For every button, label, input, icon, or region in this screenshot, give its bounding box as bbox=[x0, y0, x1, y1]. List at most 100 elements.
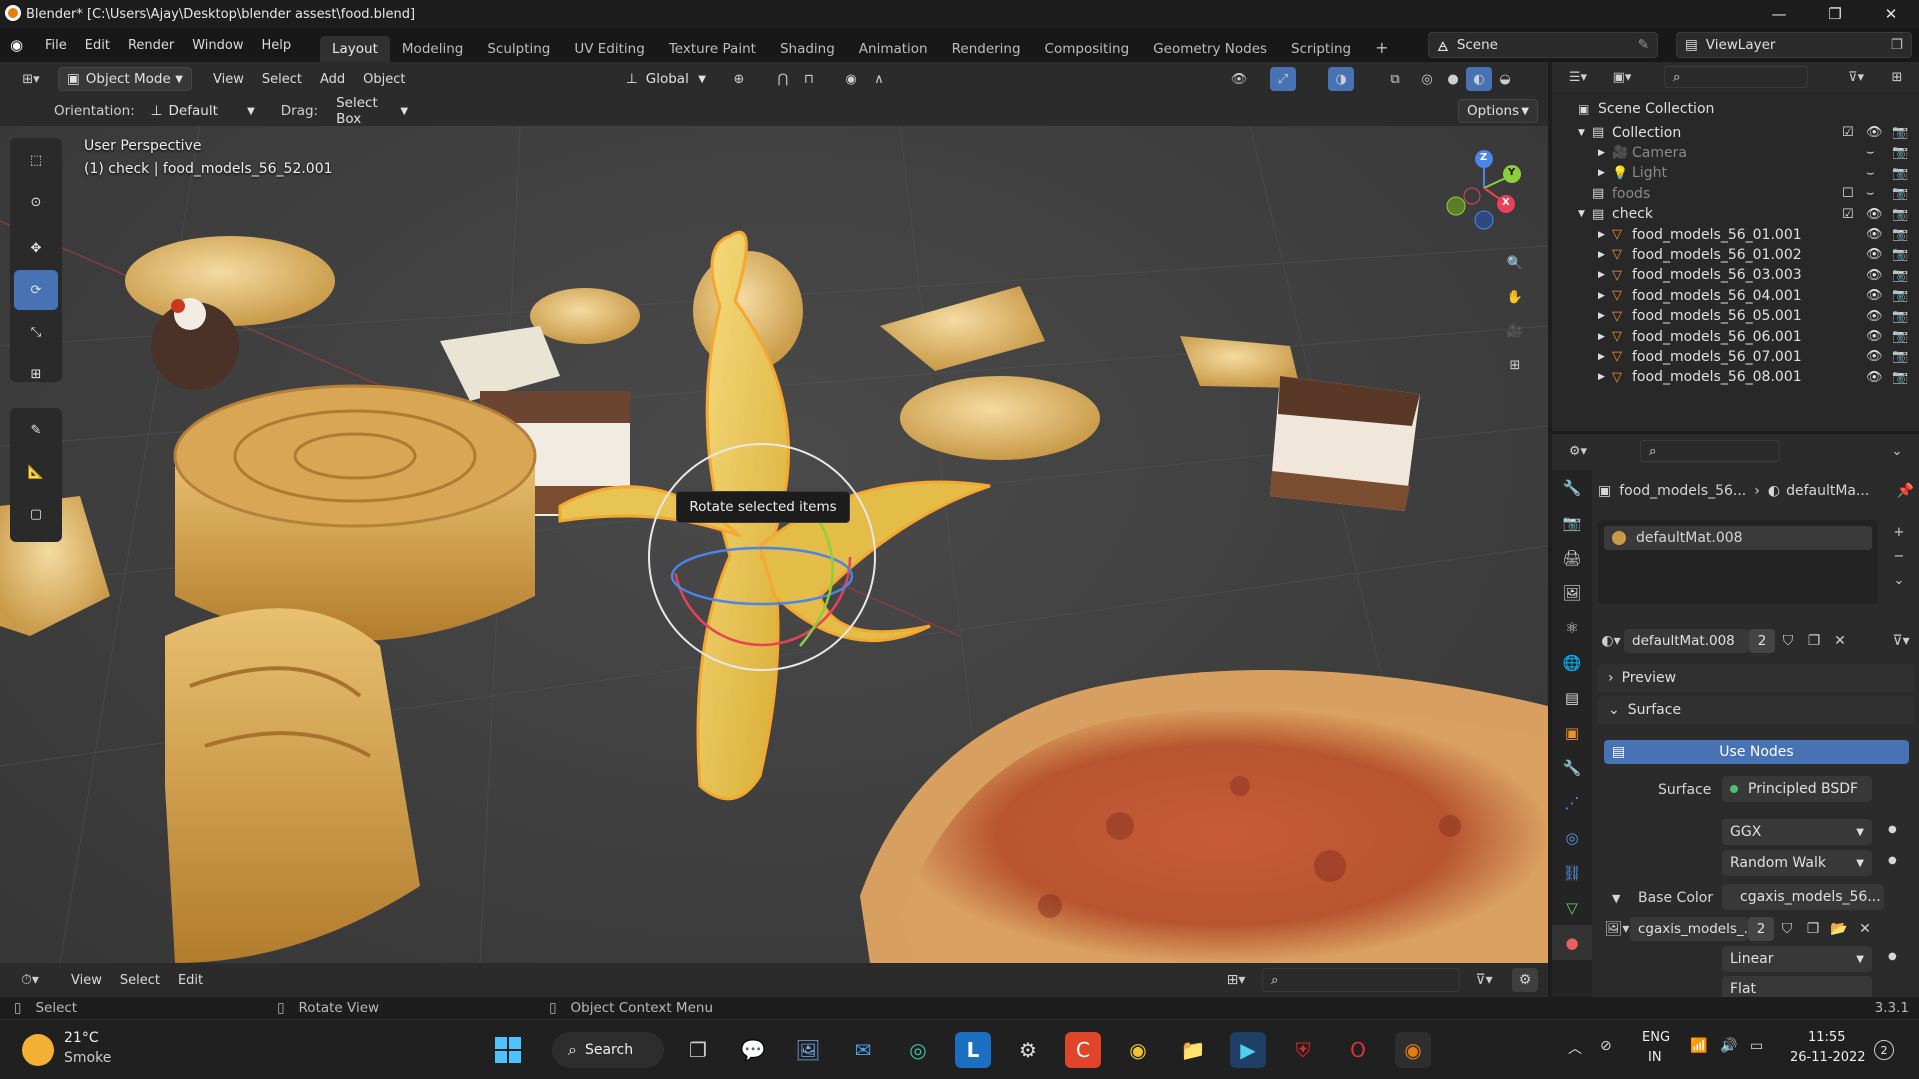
subsurface-method-dropdown[interactable]: Random Walk ▼ bbox=[1722, 850, 1872, 876]
render-camera-icon[interactable]: 📷 bbox=[1892, 125, 1908, 140]
add-workspace-button[interactable]: + bbox=[1363, 33, 1400, 62]
tab-animation[interactable]: Animation bbox=[847, 36, 940, 62]
expand-arrow-icon[interactable]: ▶ bbox=[1598, 291, 1605, 301]
add-cube-tool-icon[interactable]: ▢ bbox=[14, 494, 58, 534]
timeline-menu-edit[interactable]: Edit bbox=[169, 973, 212, 988]
settings-gear-icon[interactable]: ⚙ bbox=[1010, 1032, 1046, 1068]
chevron-up-icon[interactable]: ︿ bbox=[1568, 1038, 1582, 1058]
view-options-icon[interactable]: ⊞▾ bbox=[1218, 968, 1254, 992]
collection-tab-icon[interactable]: ▤ bbox=[1552, 680, 1592, 715]
falloff-icon[interactable]: ∧ bbox=[866, 67, 892, 91]
new-collection-icon[interactable]: ⊞ bbox=[1884, 65, 1910, 89]
menu-file[interactable]: File bbox=[36, 38, 76, 53]
unlink-icon[interactable]: ✕ bbox=[1852, 917, 1878, 941]
output-tab-icon[interactable]: 🖨 bbox=[1552, 540, 1592, 575]
expand-arrow-icon[interactable]: ▶ bbox=[1598, 332, 1605, 342]
material-tab-icon[interactable]: ● bbox=[1552, 925, 1592, 960]
timeline-filter-icon[interactable]: ⊽▾ bbox=[1466, 968, 1502, 992]
expand-arrow-icon[interactable]: ▼ bbox=[1578, 209, 1585, 219]
notification-badge[interactable]: 2 bbox=[1874, 1040, 1894, 1060]
proportional-editing-icon[interactable]: ◉ bbox=[838, 67, 864, 91]
visibility-eye-icon[interactable]: 👁 bbox=[1866, 370, 1883, 385]
material-shading-icon[interactable]: ◐ bbox=[1466, 67, 1492, 91]
visibility-eye-icon[interactable]: 👁 bbox=[1866, 329, 1883, 344]
expand-arrow-icon[interactable]: ▶ bbox=[1598, 311, 1605, 321]
select-tool-icon[interactable]: ⬚ bbox=[14, 140, 58, 180]
launcher-l-icon[interactable]: L bbox=[955, 1032, 991, 1068]
keyframe-dot-icon[interactable]: ● bbox=[1888, 951, 1897, 962]
transform-tool-icon[interactable]: ⊞ bbox=[14, 354, 58, 394]
windows-start-icon[interactable] bbox=[490, 1032, 526, 1068]
chrome-browser-icon[interactable]: ◉ bbox=[1120, 1032, 1156, 1068]
render-camera-icon[interactable]: 📷 bbox=[1892, 329, 1908, 344]
physics-tab-icon[interactable]: ◎ bbox=[1552, 820, 1592, 855]
menu-edit[interactable]: Edit bbox=[76, 38, 119, 53]
tab-modeling[interactable]: Modeling bbox=[390, 36, 475, 62]
copy-icon[interactable]: ❐ bbox=[1891, 37, 1903, 53]
snap-icon[interactable]: ⋂ bbox=[770, 67, 796, 91]
language-primary[interactable]: ENG bbox=[1642, 1030, 1670, 1045]
wifi-icon[interactable]: 📶 bbox=[1690, 1038, 1707, 1054]
tab-geometry-nodes[interactable]: Geometry Nodes bbox=[1141, 36, 1279, 62]
modifier-tab-icon[interactable]: 🔧 bbox=[1552, 750, 1592, 785]
maximize-button[interactable]: ❐ bbox=[1807, 0, 1863, 28]
visibility-eye-icon[interactable]: 👁 bbox=[1866, 288, 1883, 303]
clock-time[interactable]: 11:55 bbox=[1808, 1030, 1845, 1045]
mcafee-icon[interactable]: ⛨ bbox=[1285, 1032, 1321, 1068]
zoom-icon[interactable]: 🔍 bbox=[1502, 246, 1528, 280]
menu-window[interactable]: Window bbox=[183, 38, 252, 53]
material-slot[interactable]: defaultMat.008 bbox=[1604, 526, 1872, 550]
pan-hand-icon[interactable]: ✋ bbox=[1502, 280, 1528, 314]
mode-dropdown[interactable]: ▣ Object Mode ▼ bbox=[58, 67, 192, 91]
view-layer-selector[interactable]: ▤ ViewLayer ❐ bbox=[1676, 32, 1912, 58]
visibility-eye-icon[interactable]: ⌣ bbox=[1866, 186, 1875, 201]
rotate-tool-icon[interactable]: ⟳ bbox=[14, 270, 58, 310]
scene-tab-icon[interactable]: ⚛ bbox=[1552, 610, 1592, 645]
surface-panel[interactable]: ⌄ Surface bbox=[1598, 696, 1914, 724]
chevron-down-icon[interactable]: ▼ bbox=[1612, 892, 1620, 905]
remove-slot-icon[interactable]: − bbox=[1886, 544, 1912, 568]
render-camera-icon[interactable]: 📷 bbox=[1892, 288, 1908, 303]
weather-temperature[interactable]: 21°C bbox=[64, 1030, 99, 1046]
photos-icon[interactable]: 🖼 bbox=[790, 1032, 826, 1068]
duplicate-icon[interactable]: ❐ bbox=[1801, 629, 1827, 653]
taskbar-search[interactable]: ⌕ Search bbox=[552, 1032, 664, 1068]
outliner-row[interactable]: ▶ ▽ food_models_56_08.001 👁 📷 bbox=[1552, 365, 1919, 390]
menu-render[interactable]: Render bbox=[119, 38, 183, 53]
surface-shader-dropdown[interactable]: Principled BSDF bbox=[1722, 776, 1872, 802]
base-color-input[interactable]: cgaxis_models_56... bbox=[1722, 884, 1884, 910]
display-mode-icon[interactable]: ▣▾ bbox=[1604, 65, 1640, 89]
filter-icon[interactable]: ⊽▾ bbox=[1838, 65, 1874, 89]
material-users-count[interactable]: 2 bbox=[1749, 629, 1775, 653]
expand-arrow-icon[interactable]: ▶ bbox=[1598, 352, 1605, 362]
battery-icon[interactable]: ▭ bbox=[1750, 1038, 1763, 1054]
blender-app-icon[interactable]: ◉ bbox=[1395, 1032, 1431, 1068]
visibility-eye-icon[interactable]: 👁 bbox=[1866, 227, 1883, 242]
expand-arrow-icon[interactable]: ▶ bbox=[1598, 230, 1605, 240]
timeline-search-input[interactable]: ⌕ bbox=[1262, 968, 1460, 992]
weather-sun-icon[interactable] bbox=[22, 1034, 54, 1066]
file-explorer-icon[interactable]: 📁 bbox=[1175, 1032, 1211, 1068]
visibility-icon[interactable]: 👁 bbox=[1226, 67, 1252, 91]
canva-app-icon[interactable]: C bbox=[1065, 1032, 1101, 1068]
cursor-tool-icon[interactable]: ⊙ bbox=[14, 182, 58, 222]
expand-arrow-icon[interactable]: ▶ bbox=[1598, 270, 1605, 280]
visibility-eye-icon[interactable]: 👁 bbox=[1866, 349, 1883, 364]
expand-arrow-icon[interactable]: ▶ bbox=[1598, 168, 1605, 178]
orientation-dropdown[interactable]: ⊥ Default ▼ bbox=[142, 99, 263, 123]
exclude-checkbox[interactable]: ☐ bbox=[1842, 186, 1854, 201]
perspective-toggle-icon[interactable]: ⊞ bbox=[1502, 348, 1528, 382]
options-dropdown[interactable]: Options ▼ bbox=[1458, 99, 1538, 123]
link-icon[interactable]: ⊽▾ bbox=[1888, 629, 1914, 653]
blender-menu-icon[interactable]: ◉ bbox=[10, 36, 30, 54]
properties-editor-type-icon[interactable]: ⚙▾ bbox=[1560, 439, 1596, 463]
preview-panel[interactable]: › Preview bbox=[1598, 664, 1914, 692]
measure-tool-icon[interactable]: 📐 bbox=[14, 452, 58, 492]
visibility-eye-icon[interactable]: 👁 bbox=[1866, 207, 1883, 222]
particles-tab-icon[interactable]: ⋰ bbox=[1552, 785, 1592, 820]
scene-collection-row[interactable]: ▣ Scene Collection bbox=[1552, 96, 1919, 121]
navigation-gizmo[interactable]: Z Y X bbox=[1434, 136, 1534, 236]
data-tab-icon[interactable]: ▽ bbox=[1552, 890, 1592, 925]
clock-date[interactable]: 26-11-2022 bbox=[1790, 1050, 1866, 1065]
scene-selector[interactable]: 🜁 Scene ✎ bbox=[1428, 32, 1658, 58]
